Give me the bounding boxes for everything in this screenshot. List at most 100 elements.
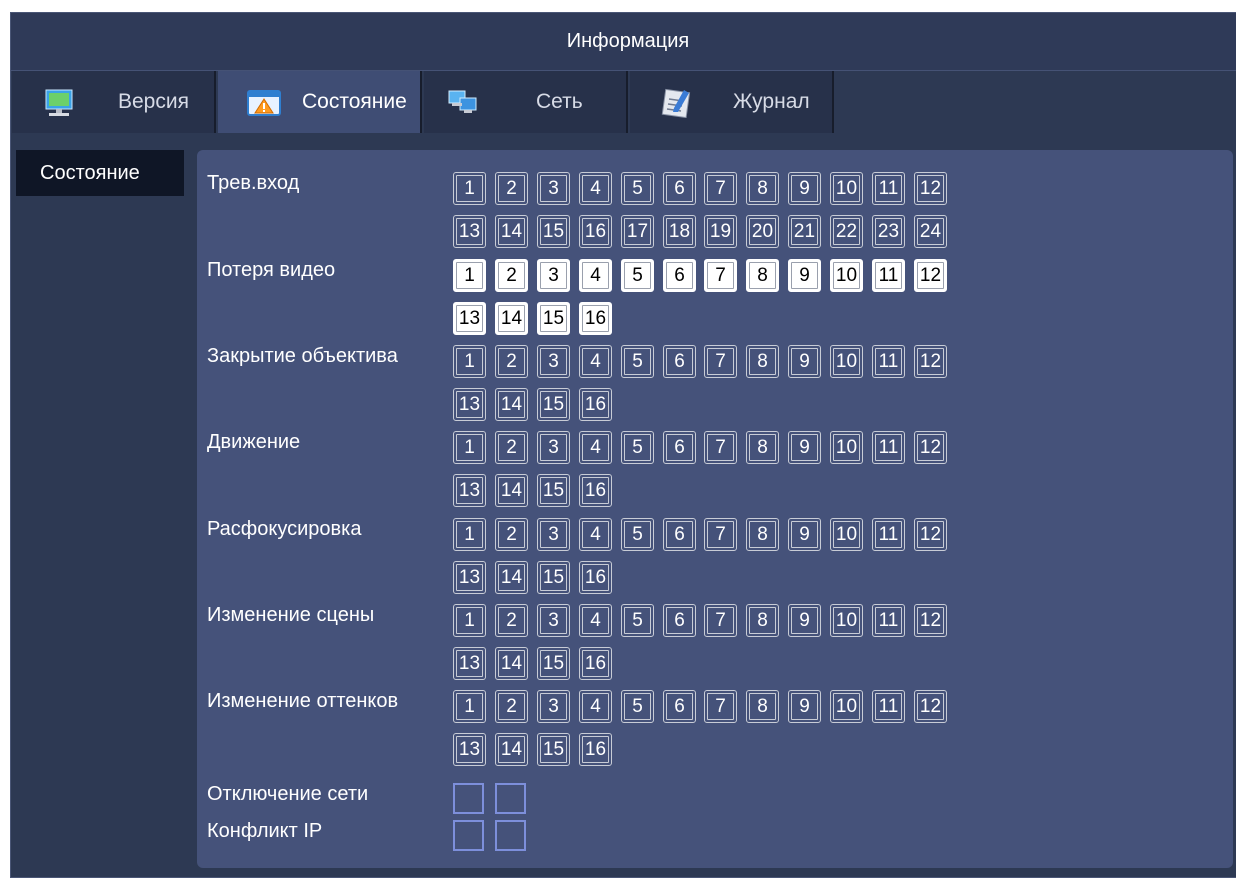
channel-indicator: 12 — [914, 259, 947, 292]
channel-indicator: 1 — [453, 431, 486, 464]
channel-indicator: 10 — [830, 518, 863, 551]
channel-indicator: 3 — [537, 690, 570, 723]
status-row-label: Трев.вход — [207, 172, 300, 194]
channel-indicator: 15 — [537, 647, 570, 680]
channel-indicator: 16 — [579, 733, 612, 766]
channel-indicator: 10 — [830, 431, 863, 464]
channel-indicator: 3 — [537, 345, 570, 378]
channel-indicator: 6 — [663, 431, 696, 464]
channel-indicator: 11 — [872, 259, 905, 292]
network-disconnect-indicator — [453, 783, 484, 814]
channel-indicator: 5 — [621, 172, 654, 205]
channel-indicator: 4 — [579, 345, 612, 378]
channel-indicator: 3 — [537, 604, 570, 637]
channel-indicator: 11 — [872, 431, 905, 464]
channel-indicator: 15 — [537, 474, 570, 507]
channel-indicator: 5 — [621, 604, 654, 637]
channel-indicator: 6 — [663, 259, 696, 292]
channel-indicator: 9 — [788, 604, 821, 637]
tab-version-label: Версия — [118, 90, 189, 113]
channel-indicator: 5 — [621, 518, 654, 551]
channel-indicator: 13 — [453, 561, 486, 594]
channel-indicator: 8 — [746, 172, 779, 205]
channel-indicator: 4 — [579, 259, 612, 292]
channel-indicator: 14 — [495, 388, 528, 421]
channel-indicator: 16 — [579, 215, 612, 248]
channel-indicator: 16 — [579, 647, 612, 680]
channel-indicator: 11 — [872, 518, 905, 551]
tab-version[interactable]: Версия — [12, 71, 216, 133]
channel-indicator: 9 — [788, 345, 821, 378]
channel-indicator: 6 — [663, 172, 696, 205]
channel-indicator: 10 — [830, 690, 863, 723]
channel-indicator: 9 — [788, 690, 821, 723]
status-row-label: Расфокусировка — [207, 518, 362, 540]
channel-indicator: 17 — [621, 215, 654, 248]
channel-indicator: 8 — [746, 518, 779, 551]
sidebar: Состояние — [16, 150, 184, 196]
channel-indicator: 4 — [579, 518, 612, 551]
channel-indicator: 13 — [453, 215, 486, 248]
monitor-icon — [45, 89, 73, 116]
channel-indicator: 11 — [872, 172, 905, 205]
status-panel: Трев.вход Потеря видео Закрытие объектив… — [197, 150, 1233, 868]
channel-indicator: 6 — [663, 604, 696, 637]
channel-indicator: 7 — [704, 690, 737, 723]
channel-indicator: 4 — [579, 604, 612, 637]
channel-indicator: 7 — [704, 431, 737, 464]
channel-indicator: 2 — [495, 690, 528, 723]
status-row-label: Потеря видео — [207, 259, 336, 281]
channel-indicator: 18 — [663, 215, 696, 248]
channel-indicator: 12 — [914, 604, 947, 637]
channel-indicator: 2 — [495, 172, 528, 205]
channel-indicator: 6 — [663, 690, 696, 723]
tab-network[interactable]: Сеть — [424, 71, 628, 133]
channel-indicator: 1 — [453, 172, 486, 205]
channel-indicator: 9 — [788, 518, 821, 551]
channel-indicator: 11 — [872, 345, 905, 378]
channel-indicator: 12 — [914, 518, 947, 551]
channel-indicator: 3 — [537, 259, 570, 292]
channel-indicator: 12 — [914, 690, 947, 723]
channel-indicator: 16 — [579, 474, 612, 507]
channel-indicator: 12 — [914, 172, 947, 205]
network-icon — [448, 90, 477, 113]
channel-indicator: 19 — [704, 215, 737, 248]
channel-indicator: 20 — [746, 215, 779, 248]
channel-indicator: 2 — [495, 604, 528, 637]
channel-indicator: 15 — [537, 561, 570, 594]
channel-indicator: 14 — [495, 733, 528, 766]
tab-log-label: Журнал — [733, 90, 810, 113]
tab-log[interactable]: Журнал — [630, 71, 834, 133]
channel-indicator: 2 — [495, 259, 528, 292]
channel-indicator: 8 — [746, 431, 779, 464]
channel-indicator: 7 — [704, 345, 737, 378]
sidebar-item-status[interactable]: Состояние — [16, 150, 184, 196]
network-disconnect-label: Отключение сети — [207, 783, 369, 805]
info-window: Информация Версия Состояние Сеть Журнал … — [10, 12, 1236, 878]
channel-indicator: 1 — [453, 690, 486, 723]
channel-indicator: 13 — [453, 474, 486, 507]
channel-indicator: 11 — [872, 690, 905, 723]
channel-indicator: 10 — [830, 172, 863, 205]
channel-indicator: 1 — [453, 259, 486, 292]
channel-indicator: 4 — [579, 431, 612, 464]
channel-indicator: 4 — [579, 690, 612, 723]
channel-indicator: 13 — [453, 733, 486, 766]
channel-indicator: 1 — [453, 518, 486, 551]
channel-indicator: 10 — [830, 259, 863, 292]
ip-conflict-indicator — [495, 820, 526, 851]
channel-indicator: 8 — [746, 259, 779, 292]
channel-indicator: 2 — [495, 345, 528, 378]
channel-indicator: 3 — [537, 172, 570, 205]
tab-network-label: Сеть — [536, 90, 583, 113]
channel-indicator: 1 — [453, 345, 486, 378]
channel-indicator: 14 — [495, 302, 528, 335]
tab-status[interactable]: Состояние — [218, 71, 422, 133]
tab-status-label: Состояние — [302, 90, 407, 113]
channel-indicator: 15 — [537, 215, 570, 248]
channel-indicator: 14 — [495, 474, 528, 507]
ip-conflict-indicator — [453, 820, 484, 851]
channel-indicator: 7 — [704, 259, 737, 292]
channel-indicator: 16 — [579, 302, 612, 335]
